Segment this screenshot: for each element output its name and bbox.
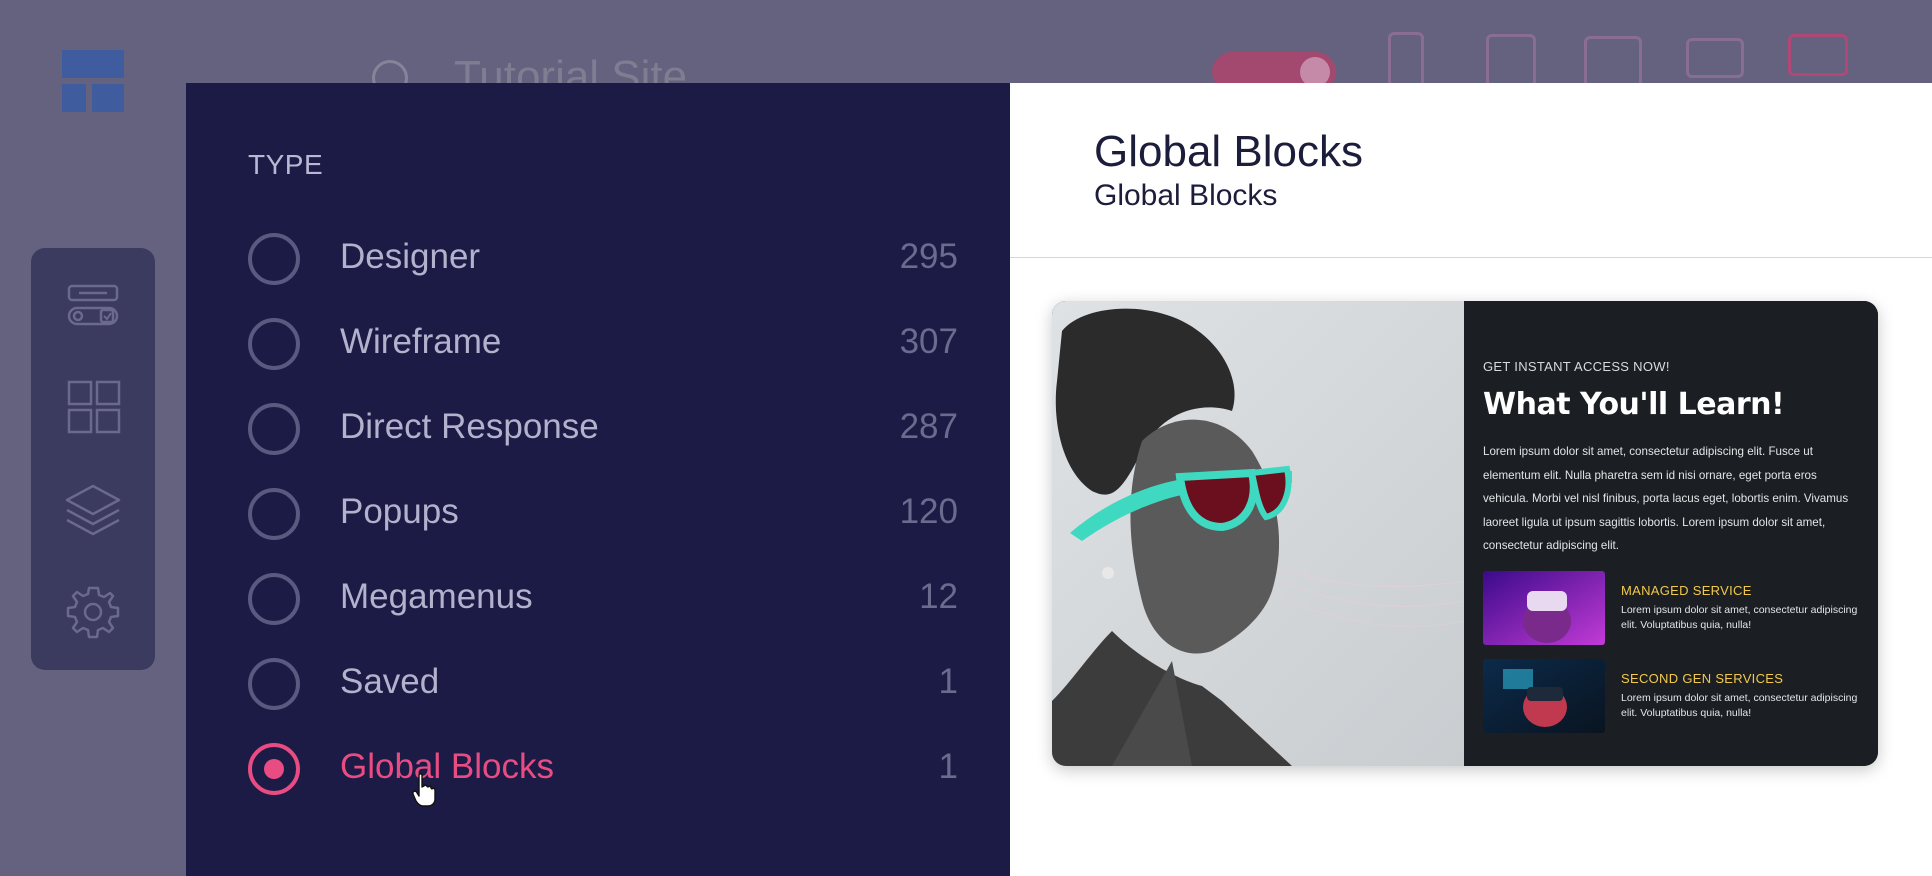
preview-panel: Global Blocks Global Blocks GET INSTANT … <box>1010 83 1932 876</box>
desktop-icon[interactable] <box>1788 34 1848 76</box>
type-label: Saved <box>340 662 440 701</box>
type-option-global-blocks[interactable]: Global Blocks 1 <box>248 743 958 828</box>
type-label: Megamenus <box>340 577 533 616</box>
type-count: 12 <box>919 577 958 616</box>
type-option-designer[interactable]: Designer 295 <box>248 233 958 318</box>
type-option-direct-response[interactable]: Direct Response 287 <box>248 403 958 488</box>
service-title: MANAGED SERVICE <box>1621 583 1752 598</box>
layers-icon[interactable] <box>63 480 123 540</box>
type-count: 1 <box>938 747 958 786</box>
type-label: Popups <box>340 492 459 531</box>
type-count: 1 <box>938 662 958 701</box>
type-count: 120 <box>899 492 958 531</box>
service-item: SECOND GEN SERVICES Lorem ipsum dolor si… <box>1483 659 1863 733</box>
radio-button[interactable] <box>248 658 300 710</box>
template-preview-card[interactable]: GET INSTANT ACCESS NOW! What You'll Lear… <box>1052 301 1878 766</box>
type-label: Wireframe <box>340 322 502 361</box>
radio-button[interactable] <box>248 403 300 455</box>
type-label: Global Blocks <box>340 747 554 786</box>
radio-button[interactable] <box>248 233 300 285</box>
vr-gamer-thumbnail <box>1483 659 1605 733</box>
radio-button[interactable] <box>248 318 300 370</box>
vr-headset-thumbnail <box>1483 571 1605 645</box>
service-title: SECOND GEN SERVICES <box>1621 671 1784 686</box>
type-filter-panel: TYPE Designer 295 Wireframe 307 Direct R… <box>186 83 1010 876</box>
type-option-popups[interactable]: Popups 120 <box>248 488 958 573</box>
type-heading: TYPE <box>248 149 324 180</box>
type-option-megamenus[interactable]: Megamenus 12 <box>248 573 958 658</box>
components-icon[interactable] <box>63 280 123 340</box>
card-eyebrow: GET INSTANT ACCESS NOW! <box>1483 359 1670 374</box>
type-option-wireframe[interactable]: Wireframe 307 <box>248 318 958 403</box>
gear-icon[interactable] <box>63 582 123 642</box>
divider <box>1010 257 1932 258</box>
card-headline: What You'll Learn! <box>1483 387 1785 422</box>
type-count: 307 <box>899 322 958 361</box>
card-content: GET INSTANT ACCESS NOW! What You'll Lear… <box>1464 301 1878 766</box>
type-label: Designer <box>340 237 481 276</box>
type-count: 287 <box>899 407 958 446</box>
card-body: Lorem ipsum dolor sit amet, consectetur … <box>1483 445 1849 552</box>
preview-subtitle: Global Blocks <box>1094 179 1278 212</box>
type-count: 295 <box>899 237 958 276</box>
laptop-icon[interactable] <box>1686 38 1744 78</box>
type-option-saved[interactable]: Saved 1 <box>248 658 958 743</box>
service-text: Lorem ipsum dolor sit amet, consectetur … <box>1621 604 1858 631</box>
preview-title: Global Blocks <box>1094 127 1364 176</box>
type-label: Direct Response <box>340 407 599 446</box>
builder-sidebar <box>31 248 155 670</box>
radio-button-checked[interactable] <box>248 743 300 795</box>
type-list: Designer 295 Wireframe 307 Direct Respon… <box>248 233 958 828</box>
template-library-modal: TYPE Designer 295 Wireframe 307 Direct R… <box>186 83 1932 876</box>
radio-button[interactable] <box>248 573 300 625</box>
service-text: Lorem ipsum dolor sit amet, consectetur … <box>1621 692 1858 719</box>
tablet-landscape-icon[interactable] <box>1584 36 1642 88</box>
radio-button[interactable] <box>248 488 300 540</box>
woman-sunglasses-photo <box>1052 301 1464 766</box>
app-logo-icon[interactable] <box>62 50 124 112</box>
hand-cursor-icon <box>412 773 436 807</box>
grid-icon[interactable] <box>63 378 123 438</box>
service-item: MANAGED SERVICE Lorem ipsum dolor sit am… <box>1483 571 1863 645</box>
